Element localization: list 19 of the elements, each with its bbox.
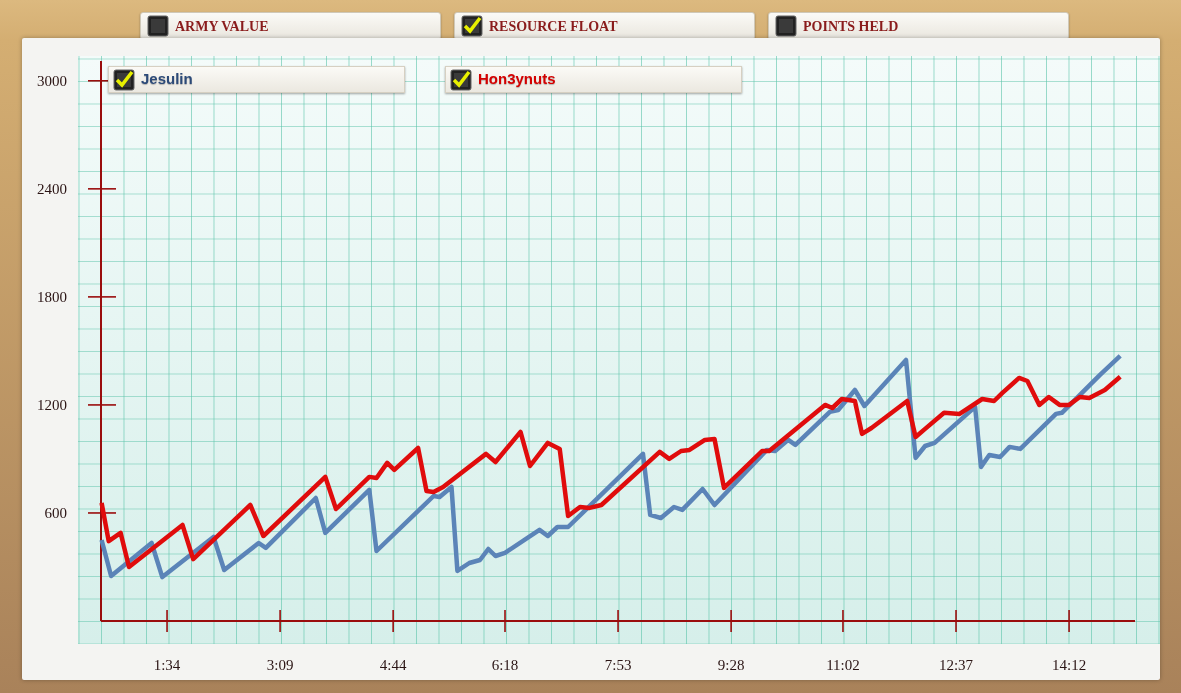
x-tick-label: 14:12 (1052, 657, 1087, 673)
x-tick-label: 7:53 (604, 657, 632, 673)
y-tick-label: 2400 (37, 180, 67, 197)
chart-toggle[interactable]: RESOURCE FLOAT (454, 12, 755, 40)
x-tick-label: 1:34 (153, 657, 181, 673)
y-tick-label: 1200 (37, 396, 67, 413)
x-tick-label: 4:44 (379, 657, 407, 673)
chart-toggle[interactable]: POINTS HELD (768, 12, 1069, 40)
x-tick-label: 9:28 (717, 657, 745, 673)
chart-toggle[interactable]: ARMY VALUE (140, 12, 441, 40)
y-tick-label: 3000 (37, 72, 67, 89)
x-tick-label: 11:02 (826, 657, 860, 673)
legend-item[interactable]: Hon3ynuts (445, 66, 742, 93)
x-tick-label: 6:18 (491, 657, 519, 673)
legend-item[interactable]: Jesulin (108, 66, 405, 93)
y-tick-label: 600 (44, 504, 67, 521)
x-tick-label: 3:09 (266, 657, 294, 673)
y-tick-label: 1800 (37, 288, 67, 305)
x-tick-label: 12:37 (938, 657, 974, 673)
